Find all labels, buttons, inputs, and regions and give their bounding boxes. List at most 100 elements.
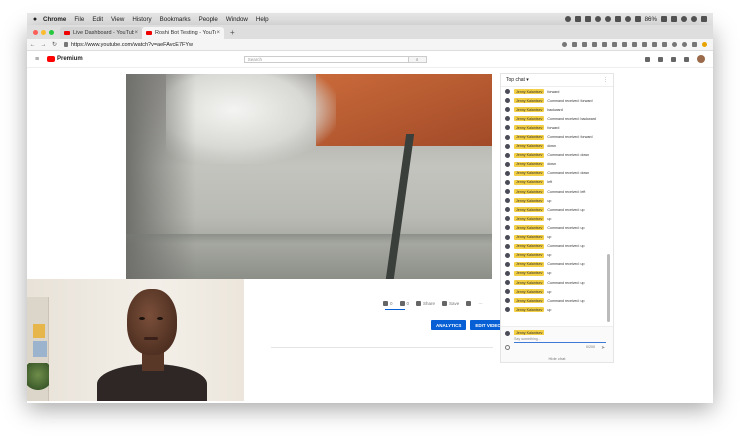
emoji-icon[interactable] (505, 345, 510, 350)
chat-author-name[interactable]: Jenny Kalantsev (514, 216, 545, 222)
chat-author-name[interactable]: Jenny Kalantsev (514, 225, 545, 231)
chat-author-name[interactable]: Jenny Kalantsev (514, 298, 545, 304)
chat-author-name[interactable]: Jenny Kalantsev (514, 107, 545, 113)
wifi-icon[interactable] (624, 16, 631, 22)
search-icon[interactable] (681, 16, 687, 22)
tab-roshi-bot-testing[interactable]: Roshi Bot Testing - YouTube × (142, 27, 224, 39)
lock-icon[interactable] (64, 42, 68, 47)
menu-history[interactable]: History (132, 16, 151, 23)
bookmark-star-icon[interactable] (572, 42, 577, 47)
profile-icon[interactable] (692, 42, 697, 47)
apple-menu-icon[interactable]: ● (27, 16, 43, 23)
chat-author-name[interactable]: Jenny Kalantsev (514, 243, 545, 249)
send-icon[interactable]: ➤ (601, 345, 605, 351)
minimize-window-icon[interactable] (41, 29, 46, 35)
extension-icon[interactable] (612, 42, 617, 47)
zoom-icon[interactable] (562, 42, 567, 47)
search-button[interactable]: ⌕ (408, 55, 427, 63)
chat-scrollbar[interactable] (607, 254, 610, 322)
menu-edit[interactable]: Edit (92, 16, 103, 23)
hide-chat-button[interactable]: Hide chat (500, 356, 614, 361)
video-player[interactable] (126, 74, 492, 279)
youtube-logo[interactable]: Premium (47, 56, 83, 62)
chat-author-name[interactable]: Jenny Kalantsev (514, 252, 545, 258)
menu-window[interactable]: Window (226, 16, 248, 23)
notifications-icon[interactable] (684, 56, 689, 62)
dropbox-icon[interactable] (584, 16, 591, 22)
more-options-icon[interactable]: ⋮ (603, 77, 608, 83)
messages-icon[interactable] (671, 56, 676, 62)
pocket-icon[interactable] (622, 42, 627, 47)
pen-icon[interactable] (662, 42, 667, 47)
menu-help[interactable]: Help (256, 16, 269, 23)
chat-author-name[interactable]: Jenny Kalantsev (514, 234, 545, 240)
siri-icon[interactable] (691, 16, 697, 22)
chat-author-name[interactable]: Jenny Kalantsev (514, 179, 545, 185)
analytics-button[interactable]: ANALYTICS (431, 320, 467, 330)
reload-icon[interactable]: ↻ (49, 41, 60, 48)
like-button[interactable]: 0 (383, 301, 393, 306)
dislike-button[interactable]: 0 (399, 301, 409, 306)
apps-icon[interactable] (658, 56, 663, 62)
chat-author-name[interactable]: Jenny Kalantsev (514, 116, 545, 122)
close-tab-icon[interactable]: × (216, 30, 220, 36)
chat-author-name[interactable]: Jenny Kalantsev (514, 289, 545, 295)
extension-icon[interactable] (702, 42, 707, 47)
create-video-icon[interactable] (645, 56, 650, 62)
extension-icon[interactable] (682, 42, 687, 47)
chat-author-name[interactable]: Jenny Kalantsev (514, 280, 545, 286)
forward-icon[interactable]: → (38, 42, 49, 48)
tab-live-dashboard[interactable]: Live Dashboard - YouTube × (60, 27, 142, 39)
save-button[interactable]: Save (442, 301, 459, 306)
chat-author-name[interactable]: Jenny Kalantsev (514, 134, 545, 140)
flag-icon[interactable] (671, 16, 677, 22)
extension-icon[interactable] (652, 42, 657, 47)
chat-author-name[interactable]: Jenny Kalantsev (514, 161, 545, 167)
battery-icon[interactable] (661, 16, 667, 22)
back-icon[interactable]: ← (27, 42, 38, 48)
close-window-icon[interactable] (33, 29, 38, 35)
extension-icon[interactable] (602, 42, 607, 47)
chat-author-name[interactable]: Jenny Kalantsev (514, 125, 545, 131)
flag-button[interactable] (466, 301, 472, 306)
volume-icon[interactable] (634, 16, 641, 22)
chat-author-name[interactable]: Jenny Kalantsev (514, 307, 545, 313)
clock-icon[interactable] (604, 16, 611, 22)
chat-author-name[interactable]: Jenny Kalantsev (514, 98, 545, 104)
new-tab-button[interactable]: + (224, 28, 241, 37)
chat-author-name[interactable]: Jenny Kalantsev (514, 143, 545, 149)
url-field[interactable]: https://www.youtube.com/watch?v=aeFAvcE7… (64, 42, 193, 48)
chat-author-name[interactable]: Jenny Kalantsev (514, 198, 545, 204)
menu-icon[interactable]: ≡ (27, 56, 47, 63)
extension-icon[interactable] (592, 42, 597, 47)
chat-mode-dropdown[interactable]: Top chat ▾ (506, 77, 529, 83)
avatar[interactable] (697, 55, 705, 63)
record-icon[interactable] (564, 16, 571, 22)
menu-bookmarks[interactable]: Bookmarks (160, 16, 191, 23)
app-icon[interactable] (574, 16, 581, 22)
chat-author-name[interactable]: Jenny Kalantsev (514, 270, 545, 276)
menu-people[interactable]: People (199, 16, 218, 23)
notification-center-icon[interactable] (701, 16, 707, 22)
extension-icon[interactable] (632, 42, 637, 47)
bluetooth-icon[interactable] (614, 16, 621, 22)
close-tab-icon[interactable]: × (134, 30, 138, 36)
chat-author-name[interactable]: Jenny Kalantsev (514, 89, 545, 95)
more-actions-button[interactable]: ··· (478, 301, 483, 306)
cloud-icon[interactable] (594, 16, 601, 22)
chat-author-name[interactable]: Jenny Kalantsev (514, 207, 545, 213)
extension-icon[interactable] (582, 42, 587, 47)
menu-file[interactable]: File (74, 16, 84, 23)
chat-author-name[interactable]: Jenny Kalantsev (514, 170, 545, 176)
extension-icon[interactable] (642, 42, 647, 47)
maximize-window-icon[interactable] (49, 29, 54, 35)
chat-author-name[interactable]: Jenny Kalantsev (514, 189, 545, 195)
chat-input[interactable]: Say something... (514, 337, 606, 343)
chat-author-name[interactable]: Jenny Kalantsev (514, 261, 545, 267)
menu-view[interactable]: View (111, 16, 124, 23)
chat-author-name[interactable]: Jenny Kalantsev (514, 152, 545, 158)
menu-chrome[interactable]: Chrome (43, 16, 66, 23)
search-input[interactable]: Search (243, 55, 409, 63)
share-button[interactable]: Share (416, 301, 435, 306)
extension-icon[interactable] (672, 42, 677, 47)
